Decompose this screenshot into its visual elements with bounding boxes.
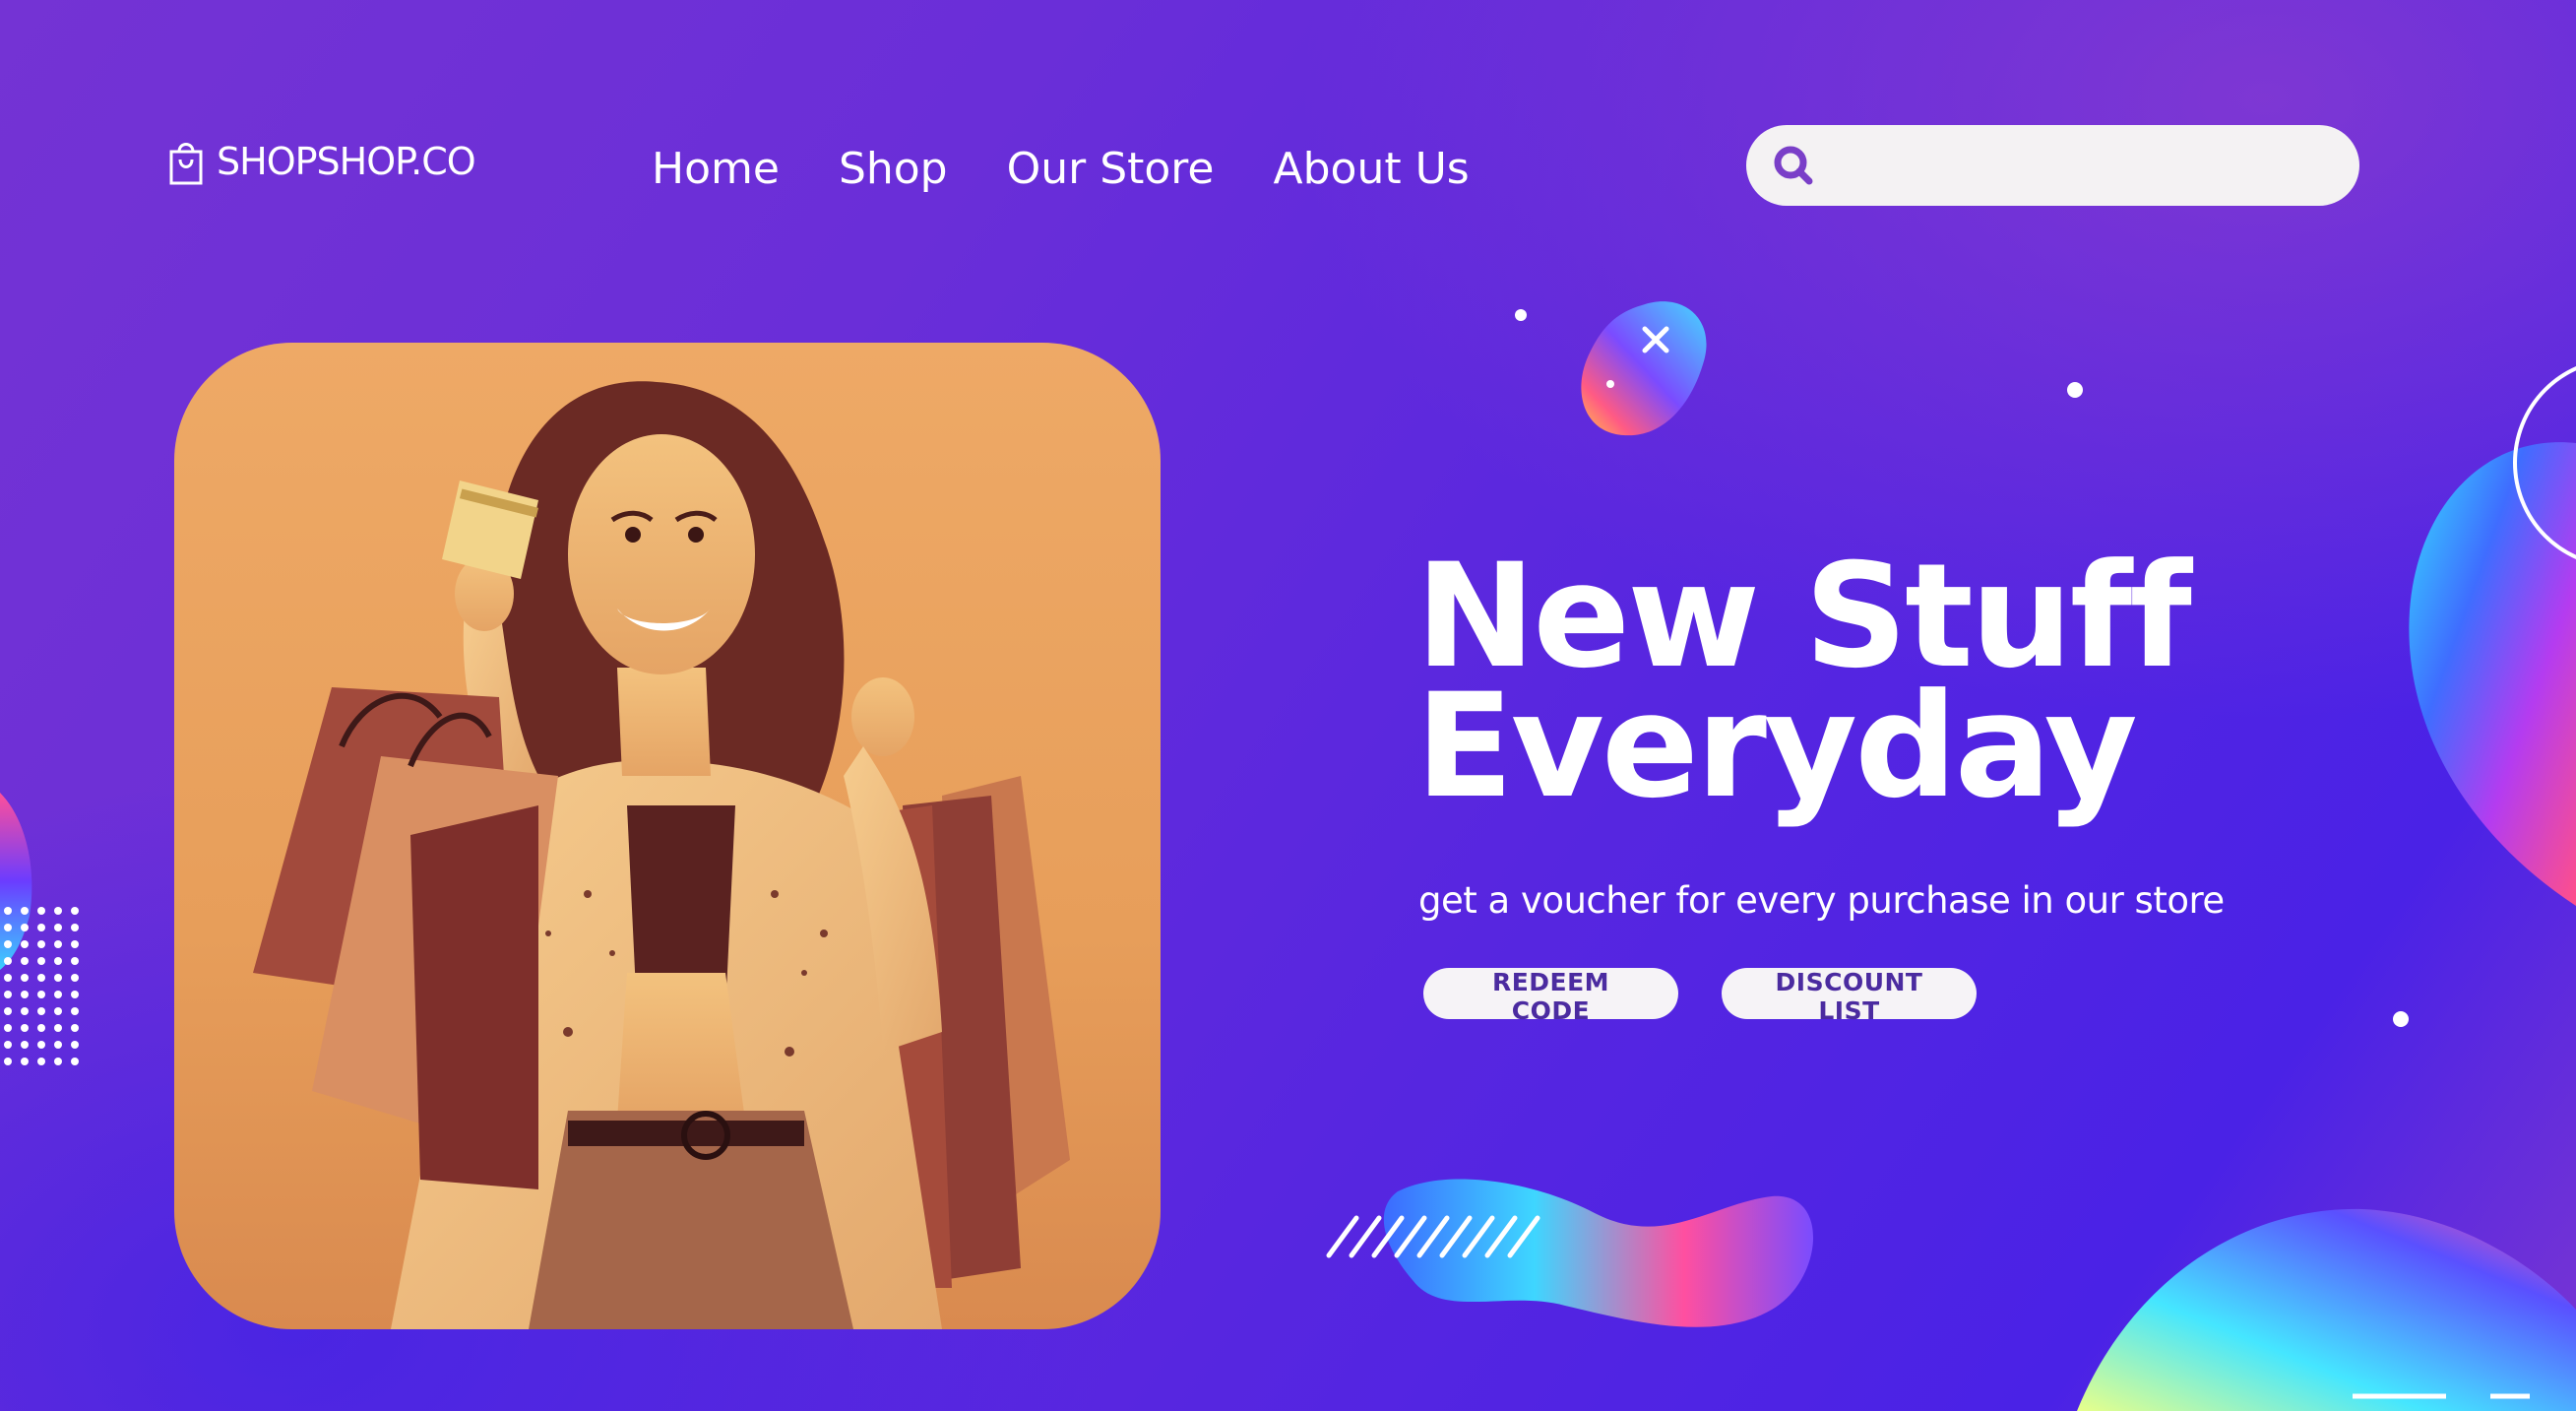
hero-subtitle: get a voucher for every purchase in our … xyxy=(1418,879,2225,922)
nav-about-us[interactable]: About Us xyxy=(1274,144,1470,194)
hero-image xyxy=(174,343,1161,1329)
discount-list-button[interactable]: DISCOUNT LIST xyxy=(1722,968,1977,1025)
search-icon[interactable] xyxy=(1772,144,1815,187)
brand-name: SHOPSHOP.CO xyxy=(217,140,476,183)
shopping-bag-icon xyxy=(169,143,203,185)
brand-logo[interactable]: SHOPSHOP.CO xyxy=(167,138,476,185)
search-bar[interactable] xyxy=(1746,125,2359,206)
main-nav: Home Shop Our Store About Us xyxy=(652,144,1470,194)
search-input[interactable] xyxy=(1831,135,2330,196)
hero-headline: New Stuff Everyday xyxy=(1415,545,2192,830)
redeem-code-button[interactable]: REDEEM CODE xyxy=(1423,968,1678,1025)
hero-headline-line2: Everyday xyxy=(1415,663,2138,830)
nav-our-store[interactable]: Our Store xyxy=(1007,144,1215,194)
nav-home[interactable]: Home xyxy=(652,144,780,194)
shopper-illustration xyxy=(253,381,1070,1329)
nav-shop[interactable]: Shop xyxy=(839,144,948,194)
